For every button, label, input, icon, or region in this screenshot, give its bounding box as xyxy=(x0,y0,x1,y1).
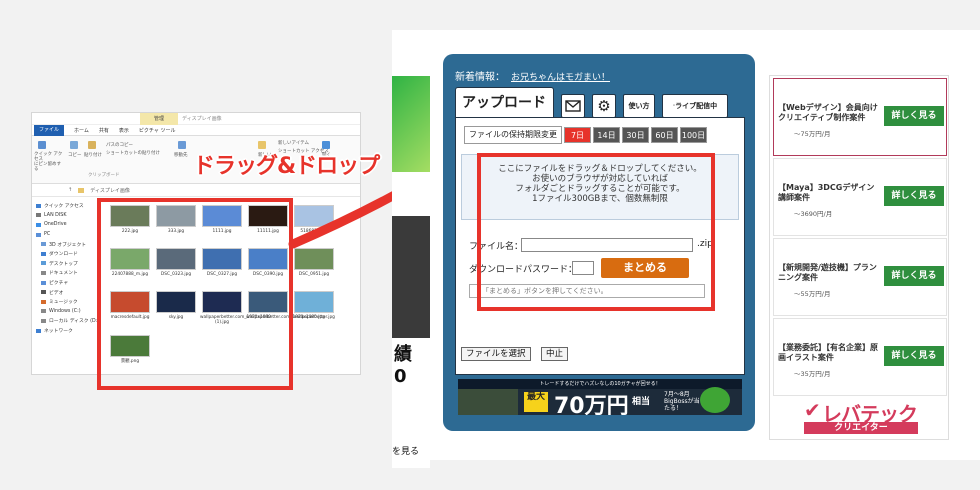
day-option-60[interactable]: 60日 xyxy=(651,127,678,143)
screenshot-stage: 管理 ディスプレイ画像 ファイル ホーム 共有 表示 ピクチャ ツール クイック… xyxy=(0,0,980,490)
left-ad-text: 績 xyxy=(394,344,412,365)
left-ad-text-2: 0 xyxy=(394,366,407,387)
mail-button[interactable] xyxy=(561,94,585,118)
job-title: 【Webデザイン】会員向けクリエイティブ制作案件 xyxy=(778,103,878,122)
left-ad[interactable]: 績 0 を見る xyxy=(392,76,430,468)
settings-button[interactable]: ⚙ xyxy=(592,94,616,118)
day-option-14[interactable]: 14日 xyxy=(593,127,620,143)
tab-howto[interactable]: 使い方 xyxy=(623,94,655,118)
job-card[interactable]: 【Webデザイン】会員向けクリエイティブ制作案件 〜75万円/月 詳しく見る xyxy=(773,78,947,156)
job-title: 【業務委託】【有名企業】原画イラスト案件 xyxy=(778,343,878,362)
banner-photo xyxy=(458,389,518,415)
job-card[interactable]: 【Maya】3DCGデザイン講師案件 〜3690円/月 詳しく見る xyxy=(773,158,947,236)
banner-gacha-icon xyxy=(700,387,730,413)
checkmark-icon: ✔ xyxy=(804,398,821,422)
select-file-button[interactable]: ファイルを選択 xyxy=(461,347,531,361)
job-detail-button[interactable]: 詳しく見る xyxy=(884,186,944,206)
job-detail-button[interactable]: 詳しく見る xyxy=(884,346,944,366)
mail-icon xyxy=(565,100,581,112)
left-ad-image xyxy=(392,76,430,172)
day-option-7[interactable]: 7日 xyxy=(564,127,591,143)
job-pay: 〜55万円/月 xyxy=(794,290,831,298)
bigboss-banner[interactable]: トレードするだけでハズレなしの10ガチャが回せる！ 最大 70万円 相当 7月〜… xyxy=(458,379,742,415)
job-card[interactable]: 【業務委託】【有名企業】原画イラスト案件 〜35万円/月 詳しく見る xyxy=(773,318,947,396)
banner-pill: 最大 xyxy=(524,392,548,412)
gear-icon: ⚙ xyxy=(597,97,611,115)
tab-upload[interactable]: アップロード xyxy=(455,87,554,117)
logo-sub: クリエイター xyxy=(804,422,918,434)
job-detail-button[interactable]: 詳しく見る xyxy=(884,106,944,126)
cancel-button[interactable]: 中止 xyxy=(541,347,569,361)
job-ad-column: 【Webデザイン】会員向けクリエイティブ制作案件 〜75万円/月 詳しく見る 【… xyxy=(769,75,949,440)
upload-note: ※ファイル選択後アップロードは即実施されます。 xyxy=(459,365,619,373)
banner-equivalent: 相当 xyxy=(632,397,651,407)
banner-right-text: 7月〜8月BigBossが当たる！ xyxy=(664,391,700,412)
job-pay: 〜35万円/月 xyxy=(794,370,831,378)
left-ad-button[interactable]: を見る xyxy=(392,444,419,457)
left-ad-photo xyxy=(392,216,430,338)
job-title: 【Maya】3DCGデザイン講師案件 xyxy=(778,183,875,202)
tab-live[interactable]: ᐧ ライブ配信中 xyxy=(662,94,728,118)
job-pay: 〜3690円/月 xyxy=(794,210,833,218)
job-card[interactable]: 【新規開発/遊技機】プランニング案件 〜55万円/月 詳しく見る xyxy=(773,238,947,316)
day-option-100[interactable]: 100日 xyxy=(680,127,707,143)
day-option-30[interactable]: 30日 xyxy=(622,127,649,143)
retention-selector: ファイルの保持期限変更 7日 14日 30日 60日 100日 xyxy=(464,126,707,144)
news-link[interactable]: お兄ちゃんはモガまい！ xyxy=(511,73,610,83)
levtech-logo[interactable]: ✔ レバテック クリエイター xyxy=(804,398,920,434)
drag-and-drop-label: ドラッグ&ドロップ xyxy=(193,154,380,179)
retention-label: ファイルの保持期限変更 xyxy=(464,126,562,144)
job-title: 【新規開発/遊技機】プランニング案件 xyxy=(778,263,877,282)
news-label: 新着情報： xyxy=(455,72,505,83)
dropzone-highlight-box xyxy=(477,153,715,311)
live-label: ライブ配信中 xyxy=(675,102,718,110)
job-pay: 〜75万円/月 xyxy=(794,130,831,138)
banner-amount: 70万円 xyxy=(554,394,629,415)
job-detail-button[interactable]: 詳しく見る xyxy=(884,266,944,286)
news-bar: 新着情報： お兄ちゃんはモガまい！ xyxy=(455,68,610,83)
